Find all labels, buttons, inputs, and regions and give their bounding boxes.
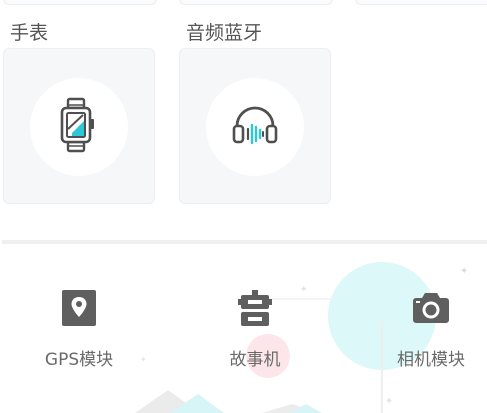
camera-icon [412,290,450,328]
module-story-machine[interactable]: 故事机 [195,290,315,370]
svg-text:✦: ✦ [460,266,468,277]
module-camera[interactable]: 相机模块 [371,290,487,370]
previous-card-row [3,0,157,5]
category-card-watch[interactable] [3,48,155,204]
icon-circle [30,78,128,176]
smartwatch-icon [59,97,99,157]
category-card-audio[interactable] [179,48,331,204]
module-label-gps: GPS模块 [44,350,114,370]
svg-text:✦: ✦ [385,396,393,407]
previous-card-row [179,0,333,5]
module-gps[interactable]: GPS模块 [19,290,139,370]
category-label-watch: 手表 [10,22,49,44]
svg-text:✦: ✦ [140,355,147,364]
map-pin-icon [62,290,96,330]
category-label-audio: 音频蓝牙 [186,22,263,44]
headphones-icon [232,105,278,149]
icon-circle [206,78,304,176]
previous-card-row [355,0,487,5]
module-label-camera: 相机模块 [397,350,465,370]
module-label-story-machine: 故事机 [229,350,281,370]
robot-icon [238,290,272,334]
